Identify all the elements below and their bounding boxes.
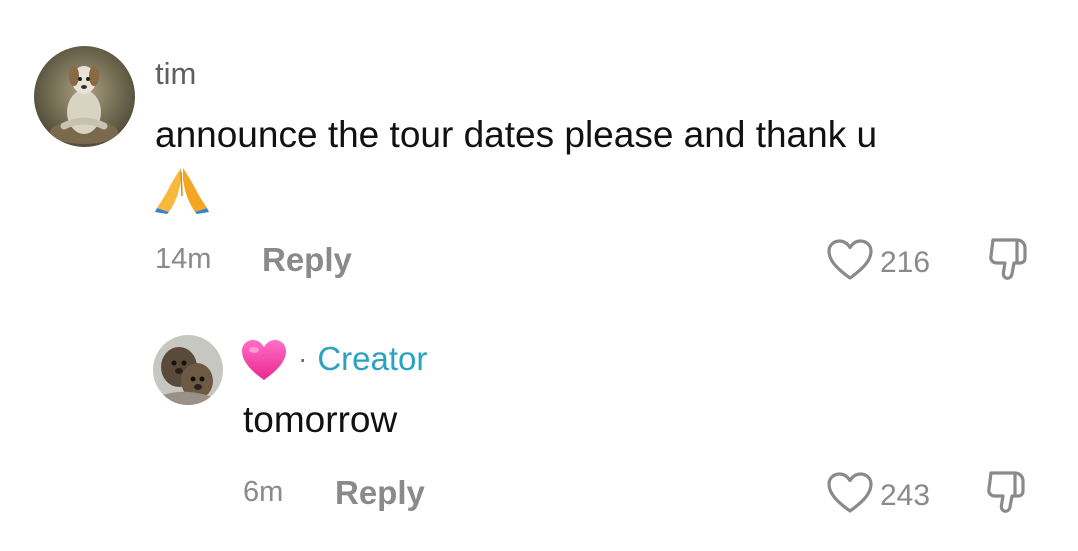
- comment-text: announce the tour dates please and thank…: [155, 114, 878, 155]
- like-count: 216: [880, 245, 931, 279]
- like-button[interactable]: 216: [826, 238, 930, 287]
- comment-author[interactable]: tim: [155, 58, 196, 89]
- avatar[interactable]: [153, 335, 223, 405]
- reply-button[interactable]: Reply: [262, 243, 352, 276]
- avatar[interactable]: [34, 46, 135, 147]
- separator-dot: ·: [298, 342, 308, 374]
- comment-timestamp: 14m: [155, 243, 212, 275]
- heart-icon: [826, 238, 874, 287]
- like-button[interactable]: 243: [826, 471, 930, 520]
- heart-icon: [826, 471, 874, 520]
- folded-hands-icon: [155, 166, 209, 219]
- thumbs-down-icon: [987, 238, 1031, 286]
- like-count: 243: [880, 478, 931, 512]
- creator-label: Creator: [317, 340, 428, 377]
- creator-badge: · Creator: [298, 342, 427, 375]
- reply-button[interactable]: Reply: [335, 476, 425, 509]
- pink-heart-icon[interactable]: [240, 338, 288, 387]
- thumbs-down-icon: [985, 471, 1029, 519]
- dog-avatar-image: [34, 46, 135, 147]
- animals-avatar-image: [153, 335, 223, 405]
- comment-timestamp: 6m: [243, 476, 284, 508]
- dislike-button[interactable]: [987, 236, 1031, 287]
- dislike-button[interactable]: [985, 469, 1029, 520]
- comment-text: tomorrow: [243, 399, 398, 440]
